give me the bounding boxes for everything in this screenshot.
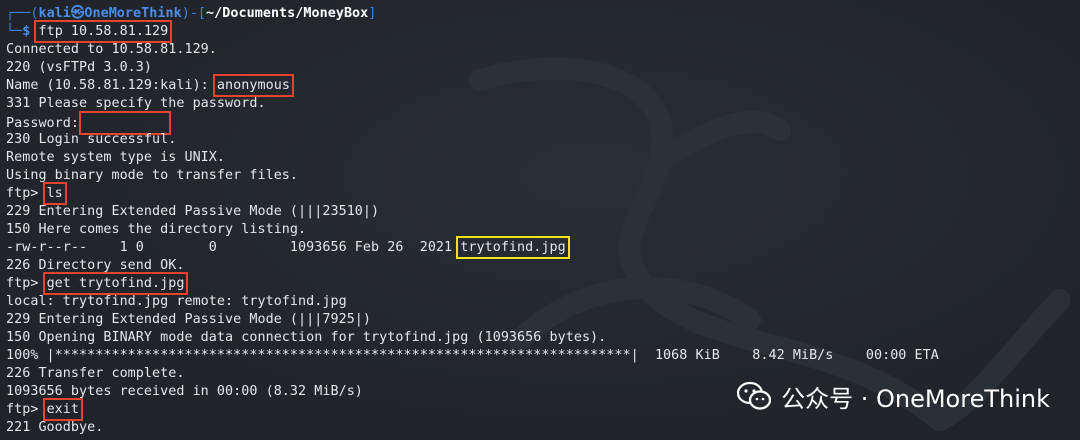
line-text: Connected to 10.58.81.129. [6, 42, 217, 57]
prompt-host: OneMoreThink [84, 6, 182, 21]
highlighted-input: anonymous [212, 74, 294, 97]
highlighted-input: ls [42, 182, 67, 205]
wechat-watermark: 公众号 · OneMoreThink [737, 378, 1050, 414]
line-text: Remote system type is UNIX. [6, 150, 226, 165]
terminal-line: 229 Entering Extended Passive Mode (|||7… [6, 311, 1080, 329]
highlighted-input: get trytofind.jpg [42, 272, 189, 295]
terminal-line: Name (10.58.81.129:kali): anonymous [6, 74, 1080, 97]
terminal-output: ┌──(kali㉿OneMoreThink)-[~/Documents/Mone… [6, 5, 1080, 437]
terminal-line: local: trytofind.jpg remote: trytofind.j… [6, 293, 1080, 311]
terminal-window[interactable]: ┌──(kali㉿OneMoreThink)-[~/Documents/Mone… [0, 0, 1080, 440]
line-text: 221 Goodbye. [6, 420, 104, 435]
terminal-line: 100% |**********************************… [6, 347, 1080, 365]
prompt-user: kali [38, 6, 71, 21]
terminal-line: Password: [6, 111, 1080, 135]
line-text: 229 Entering Extended Passive Mode (|||2… [6, 204, 380, 219]
terminal-line: ftp> ls [6, 182, 1080, 205]
highlighted-input: exit [42, 398, 84, 421]
terminal-line: 229 Entering Extended Passive Mode (|||2… [6, 203, 1080, 221]
terminal-line: 150 Opening BINARY mode data connection … [6, 329, 1080, 347]
line-text: ftp> [6, 402, 47, 417]
terminal-line: Using binary mode to transfer files. [6, 167, 1080, 185]
line-text: 220 (vsFTPd 3.0.3) [6, 60, 153, 75]
prompt-at-symbol: ㉿ [70, 6, 85, 21]
line-text: 226 Directory send OK. [6, 258, 185, 273]
terminal-line: -rw-r--r-- 1 0 0 1093656 Feb 26 2021 try… [6, 236, 1080, 259]
line-text: local: trytofind.jpg remote: trytofind.j… [6, 294, 347, 309]
line-text: -rw-r--r-- 1 0 0 1093656 Feb 26 2021 [6, 240, 461, 255]
line-text: ftp> [6, 186, 47, 201]
terminal-line: 150 Here comes the directory listing. [6, 221, 1080, 239]
prompt-cwd: ~/Documents/MoneyBox [206, 6, 369, 21]
terminal-line: ftp> get trytofind.jpg [6, 272, 1080, 295]
terminal-line: Remote system type is UNIX. [6, 149, 1080, 167]
terminal-line: 331 Please specify the password. [6, 95, 1080, 113]
password-redaction-box [79, 111, 172, 135]
prompt-dollar: $ [22, 24, 31, 39]
terminal-line: 221 Goodbye. [6, 419, 1080, 437]
line-text: 1093656 bytes received in 00:00 (8.32 Mi… [6, 384, 363, 399]
prompt-input-line[interactable]: └─$ ftp 10.58.81.129 [6, 20, 1080, 43]
line-text: 100% |**********************************… [6, 348, 939, 363]
line-text: Password: [6, 116, 80, 131]
highlighted-filename: trytofind.jpg [456, 236, 570, 259]
line-text: 226 Transfer complete. [6, 366, 185, 381]
terminal-line: 226 Directory send OK. [6, 257, 1080, 275]
line-text: Name (10.58.81.129:kali): [6, 78, 217, 93]
line-text: 150 Here comes the directory listing. [6, 222, 307, 237]
line-text: 150 Opening BINARY mode data connection … [6, 330, 607, 345]
wechat-icon [737, 381, 772, 410]
terminal-line: Connected to 10.58.81.129. [6, 41, 1080, 59]
terminal-line: 230 Login successful. [6, 131, 1080, 149]
line-text: 229 Entering Extended Passive Mode (|||7… [6, 312, 372, 327]
prompt-header: ┌──(kali㉿OneMoreThink)-[~/Documents/Mone… [6, 6, 377, 21]
terminal-line: 220 (vsFTPd 3.0.3) [6, 59, 1080, 77]
line-text: ftp> [6, 276, 47, 291]
line-text: 230 Login successful. [6, 132, 177, 147]
command-ftp: ftp 10.58.81.129 [34, 20, 173, 43]
watermark-text: 公众号 · OneMoreThink [781, 384, 1050, 413]
line-text: Using binary mode to transfer files. [6, 168, 299, 183]
line-text: 331 Please specify the password. [6, 96, 266, 111]
